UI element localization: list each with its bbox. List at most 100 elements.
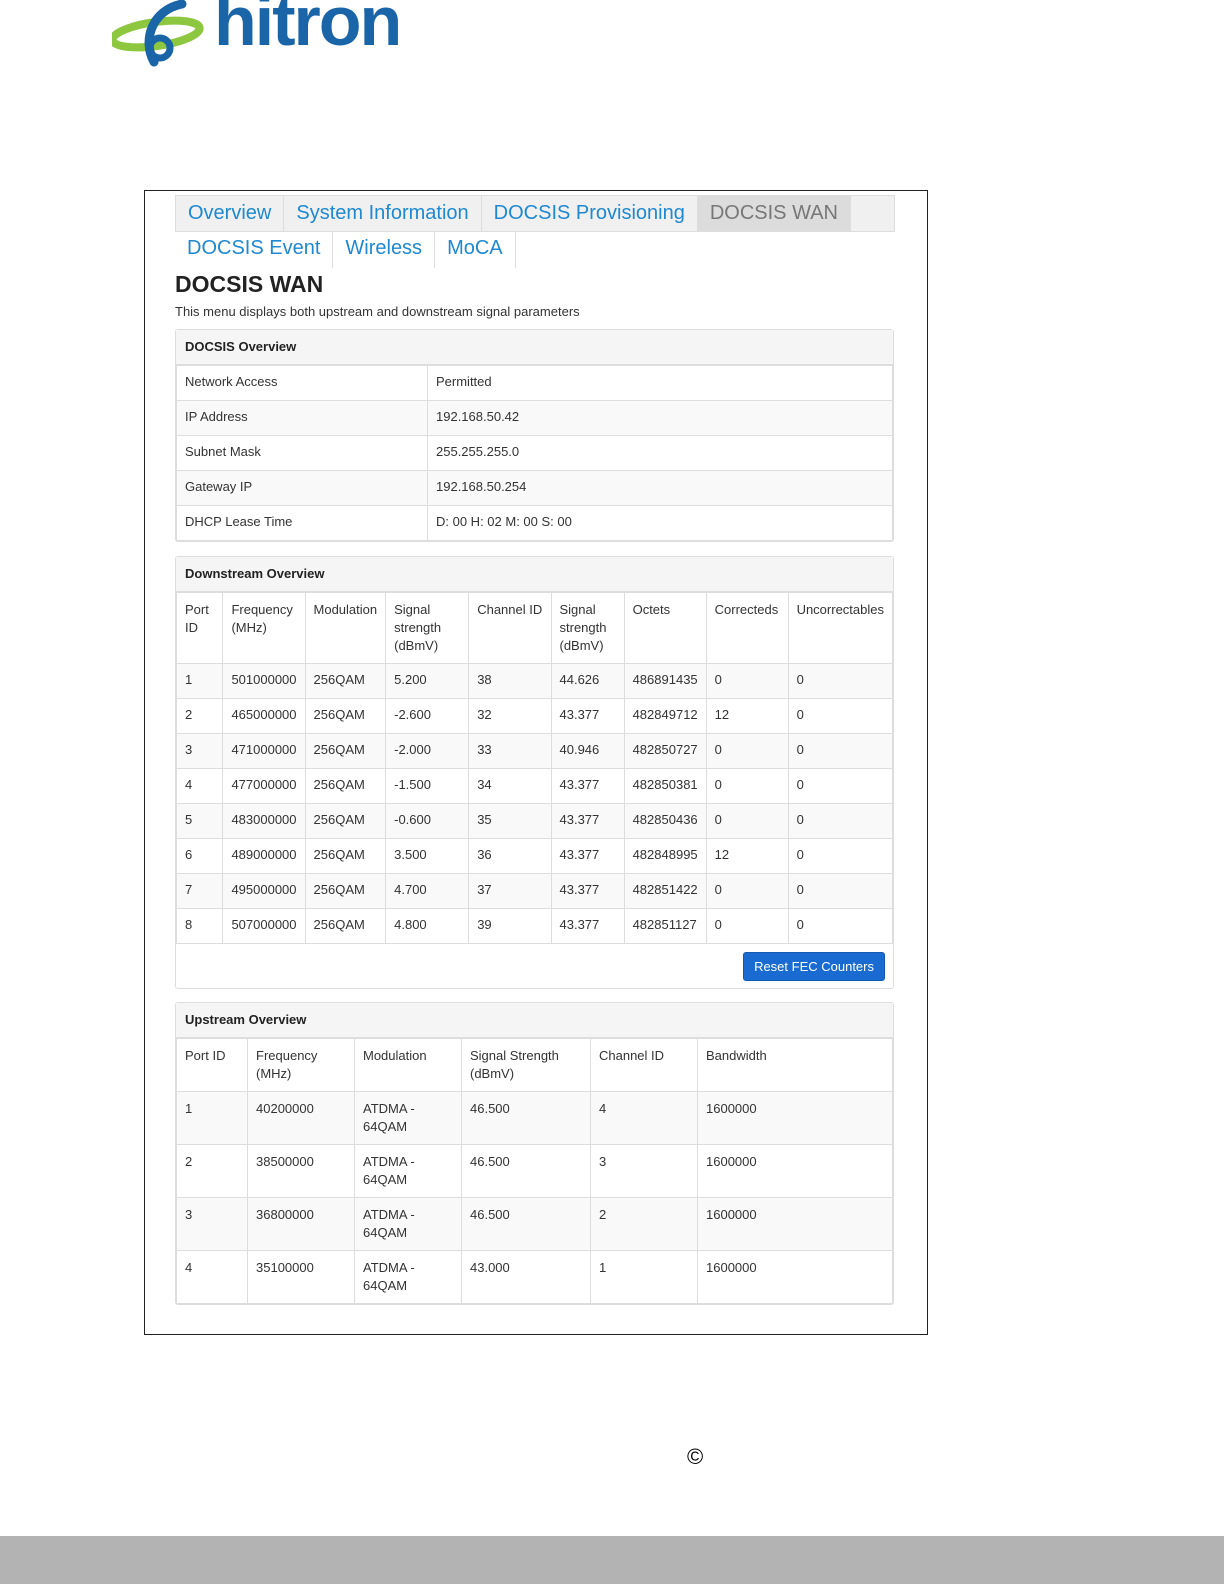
table-cell: 32 xyxy=(468,698,552,734)
field-value: 192.168.50.254 xyxy=(427,470,893,506)
table-row: 7 495000000 256QAM 4.700 37 43.377 482851422 0 0 xyxy=(175,873,894,909)
tab-docsis-event[interactable]: DOCSIS Event xyxy=(175,231,334,268)
table-cell: 3.500 xyxy=(385,838,470,874)
table-row: 5 483000000 256QAM -0.600 35 43.377 482850436 0… xyxy=(175,803,894,839)
table-cell: 0 xyxy=(705,733,789,769)
field-label: IP Address xyxy=(176,400,428,436)
field-value: D: 00 H: 02 M: 00 S: 00 xyxy=(427,505,893,541)
field-value: 192.168.50.42 xyxy=(427,400,893,436)
tab-bar-primary: Overview System Information DOCSIS Provisi… xyxy=(175,195,895,232)
column-header: Port ID xyxy=(175,592,224,664)
column-header: Bandwidth xyxy=(697,1038,893,1092)
table-cell: 36 xyxy=(468,838,552,874)
reset-fec-counters-button[interactable]: Reset FEC Counters xyxy=(743,952,885,981)
field-label: Network Access xyxy=(176,365,428,401)
table-row: Subnet Mask 255.255.255.0 xyxy=(176,435,893,471)
table-cell: 482850436 xyxy=(623,803,707,839)
table-cell: 256QAM xyxy=(304,873,387,909)
table-cell: 43.377 xyxy=(550,838,625,874)
table-row: IP Address 192.168.50.42 xyxy=(176,400,893,436)
table-cell: 0 xyxy=(787,768,894,804)
table-cell: -1.500 xyxy=(385,768,470,804)
hitron-logo: hitron xyxy=(112,0,422,72)
table-cell: 483000000 xyxy=(222,803,306,839)
upstream-overview-heading: Upstream Overview xyxy=(176,1003,893,1038)
downstream-table: Port ID Frequency (MHz) Modulation Signal s… xyxy=(175,592,894,944)
table-cell: 4 xyxy=(175,768,224,804)
field-value: 255.255.255.0 xyxy=(427,435,893,471)
table-cell: 12 xyxy=(705,698,789,734)
table-row: 4 35100000 ATDMA - 64QAM 43.000 1 1600000 xyxy=(176,1250,893,1304)
table-cell: ATDMA - 64QAM xyxy=(354,1091,462,1145)
tab-overview[interactable]: Overview xyxy=(176,196,285,231)
table-cell: -2.600 xyxy=(385,698,470,734)
docsis-overview-heading: DOCSIS Overview xyxy=(176,330,893,365)
field-label: Gateway IP xyxy=(176,470,428,506)
table-cell: 34 xyxy=(468,768,552,804)
table-cell: 3 xyxy=(590,1144,698,1198)
column-header: Signal strength (dBmV) xyxy=(550,592,625,664)
table-cell: ATDMA - 64QAM xyxy=(354,1250,462,1304)
table-row: 1 501000000 256QAM 5.200 38 44.626 486891435 0 0 xyxy=(175,663,894,699)
table-cell: 0 xyxy=(787,838,894,874)
table-cell: 486891435 xyxy=(623,663,707,699)
table-row: 6 489000000 256QAM 3.500 36 43.377 482848995 12… xyxy=(175,838,894,874)
table-cell: 1 xyxy=(176,1091,248,1145)
table-cell: 6 xyxy=(175,838,224,874)
table-cell: 46.500 xyxy=(461,1197,591,1251)
column-header: Signal strength (dBmV) xyxy=(385,592,470,664)
table-cell: 0 xyxy=(705,663,789,699)
table-cell: 477000000 xyxy=(222,768,306,804)
tab-docsis-provisioning[interactable]: DOCSIS Provisioning xyxy=(482,196,698,231)
table-cell: 0 xyxy=(705,908,789,944)
copyright-symbol: © xyxy=(687,1444,704,1469)
table-cell: 37 xyxy=(468,873,552,909)
table-cell: 2 xyxy=(175,698,224,734)
table-cell: 35100000 xyxy=(247,1250,355,1304)
table-cell: 40200000 xyxy=(247,1091,355,1145)
table-cell: 43.377 xyxy=(550,698,625,734)
table-cell: 482851127 xyxy=(623,908,707,944)
column-header: Signal Strength (dBmV) xyxy=(461,1038,591,1092)
table-cell: 1600000 xyxy=(697,1197,893,1251)
table-cell: -0.600 xyxy=(385,803,470,839)
table-cell: 465000000 xyxy=(222,698,306,734)
table-cell: 12 xyxy=(705,838,789,874)
column-header: Uncorrectables xyxy=(787,592,894,664)
table-cell: 0 xyxy=(705,803,789,839)
table-cell: 1 xyxy=(175,663,224,699)
table-cell: 256QAM xyxy=(304,838,387,874)
tab-docsis-wan[interactable]: DOCSIS WAN xyxy=(697,196,851,231)
table-cell: 471000000 xyxy=(222,733,306,769)
table-cell: 43.377 xyxy=(550,768,625,804)
table-row: 3 36800000 ATDMA - 64QAM 46.500 2 1600000 xyxy=(176,1197,893,1251)
table-cell: 256QAM xyxy=(304,803,387,839)
table-cell: 0 xyxy=(787,908,894,944)
table-cell: 1600000 xyxy=(697,1144,893,1198)
footer-bar xyxy=(0,1536,1224,1584)
table-cell: 46.500 xyxy=(461,1091,591,1145)
downstream-actions: Reset FEC Counters xyxy=(176,944,893,988)
logo-wordmark: hitron xyxy=(214,0,402,60)
tab-wireless[interactable]: Wireless xyxy=(333,231,436,268)
table-cell: 4 xyxy=(590,1091,698,1145)
tab-system-information[interactable]: System Information xyxy=(284,196,482,231)
column-header: Octets xyxy=(623,592,707,664)
table-cell: 4.800 xyxy=(385,908,470,944)
table-cell: 46.500 xyxy=(461,1144,591,1198)
table-cell: 33 xyxy=(468,733,552,769)
table-cell: 43.377 xyxy=(550,803,625,839)
page-description: This menu displays both upstream and dow… xyxy=(175,304,580,319)
column-header: Modulation xyxy=(304,592,387,664)
page-title: DOCSIS WAN xyxy=(175,271,324,297)
table-cell: 43.000 xyxy=(461,1250,591,1304)
tab-moca[interactable]: MoCA xyxy=(435,231,516,268)
column-header: Frequency (MHz) xyxy=(247,1038,355,1092)
table-cell: 3 xyxy=(175,733,224,769)
table-cell: 35 xyxy=(468,803,552,839)
table-cell: 2 xyxy=(176,1144,248,1198)
docsis-overview-panel: DOCSIS Overview Network Access Permitted I… xyxy=(175,329,894,542)
table-cell: 256QAM xyxy=(304,733,387,769)
table-cell: 4 xyxy=(176,1250,248,1304)
column-header: Correcteds xyxy=(705,592,789,664)
